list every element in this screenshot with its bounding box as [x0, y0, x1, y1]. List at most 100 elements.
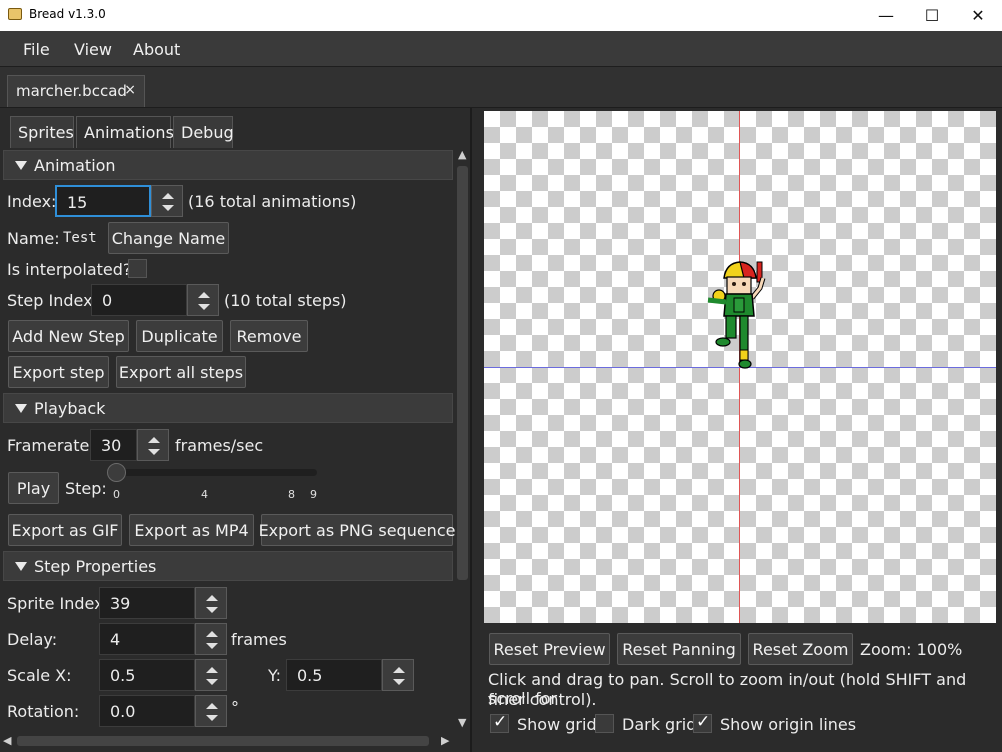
spin-down-icon[interactable]: [206, 607, 218, 613]
spin-down-icon[interactable]: [393, 679, 405, 685]
scale-y-input[interactable]: 0.5: [286, 659, 382, 691]
menu-bar: File View About: [0, 31, 1002, 67]
sprite-index-stepper[interactable]: [195, 587, 227, 619]
scrollbar-thumb[interactable]: [17, 736, 429, 746]
spin-up-icon[interactable]: [206, 703, 218, 709]
framerate-label: Framerate:: [7, 436, 95, 455]
scrollbar-thumb[interactable]: [457, 166, 468, 580]
step-properties-section-header[interactable]: Step Properties: [3, 551, 453, 581]
export-png-sequence-button[interactable]: Export as PNG sequence: [259, 514, 455, 546]
minimize-button[interactable]: —: [863, 0, 909, 31]
menu-view[interactable]: View: [74, 40, 112, 59]
spin-up-icon[interactable]: [206, 631, 218, 637]
duplicate-button[interactable]: Duplicate: [136, 320, 223, 352]
reset-preview-button[interactable]: Reset Preview: [489, 633, 610, 665]
eye-shape: [732, 282, 736, 286]
scale-y-label: Y:: [268, 666, 282, 685]
rotation-unit: °: [231, 698, 239, 717]
animation-name-value: Test: [63, 230, 97, 246]
file-tab[interactable]: marcher.bccad ×: [7, 75, 145, 107]
step-slider-handle[interactable]: [107, 463, 126, 482]
spin-down-icon[interactable]: [148, 449, 160, 455]
spin-down-icon[interactable]: [206, 715, 218, 721]
interpolated-label: Is interpolated?:: [7, 260, 137, 279]
spin-up-icon[interactable]: [198, 292, 210, 298]
scale-x-input[interactable]: 0.5: [99, 659, 195, 691]
name-label: Name:: [7, 229, 60, 248]
spin-down-icon[interactable]: [162, 205, 174, 211]
show-grid-checkbox[interactable]: [490, 712, 509, 733]
left-arm-shape: [707, 297, 727, 305]
export-gif-button[interactable]: Export as GIF: [8, 514, 122, 546]
export-step-button[interactable]: Export step: [8, 356, 109, 388]
tab-sprites[interactable]: Sprites: [10, 116, 74, 148]
reset-zoom-button[interactable]: Reset Zoom: [748, 633, 853, 665]
change-name-button[interactable]: Change Name: [108, 222, 229, 254]
dark-grid-checkbox[interactable]: [595, 714, 614, 733]
steps-total-text: (10 total steps): [224, 291, 347, 310]
step-label: Step:: [65, 479, 107, 498]
reset-panning-button[interactable]: Reset Panning: [617, 633, 741, 665]
spin-down-icon[interactable]: [198, 304, 210, 310]
scroll-left-icon[interactable]: ◀: [3, 734, 11, 747]
scale-x-stepper[interactable]: [195, 659, 227, 691]
collapse-triangle-icon: [15, 161, 27, 170]
step-slider-track[interactable]: [107, 469, 317, 476]
step-index-input[interactable]: 0: [91, 284, 187, 316]
framerate-stepper[interactable]: [137, 429, 169, 461]
scroll-down-icon[interactable]: ▼: [458, 716, 466, 729]
framerate-input[interactable]: 30: [90, 429, 137, 461]
slider-tick-label: 9: [310, 488, 317, 501]
pan-hint-line2: finer control).: [488, 690, 597, 709]
index-total-text: (16 total animations): [188, 192, 357, 211]
spin-up-icon[interactable]: [206, 667, 218, 673]
scale-y-stepper[interactable]: [382, 659, 414, 691]
menu-about[interactable]: About: [133, 40, 180, 59]
spin-up-icon[interactable]: [393, 667, 405, 673]
spin-up-icon[interactable]: [206, 595, 218, 601]
maximize-button[interactable]: ☐: [909, 0, 955, 31]
rotation-input[interactable]: 0.0: [99, 695, 195, 727]
playback-header-label: Playback: [34, 399, 106, 418]
delay-stepper[interactable]: [195, 623, 227, 655]
step-properties-header-label: Step Properties: [34, 557, 157, 576]
close-tab-icon[interactable]: ×: [124, 82, 136, 98]
show-origin-lines-checkbox[interactable]: [693, 712, 712, 733]
playback-section-header[interactable]: Playback: [3, 393, 453, 423]
tab-debug[interactable]: Debug: [173, 116, 234, 148]
app-icon: [8, 8, 22, 20]
left-boot-shape: [715, 337, 731, 347]
dark-grid-label: Dark grid: [622, 715, 697, 734]
spin-up-icon[interactable]: [148, 437, 160, 443]
index-input[interactable]: 15: [55, 185, 151, 217]
horizontal-scrollbar[interactable]: ◀ ▶: [3, 734, 455, 748]
vertical-scrollbar[interactable]: ▲ ▼: [455, 148, 470, 734]
play-button[interactable]: Play: [8, 472, 59, 504]
show-origin-lines-label: Show origin lines: [720, 715, 857, 734]
sprite-index-input[interactable]: 39: [99, 587, 195, 619]
scroll-up-icon[interactable]: ▲: [458, 148, 466, 161]
collapse-triangle-icon: [15, 562, 27, 571]
spin-down-icon[interactable]: [206, 643, 218, 649]
show-grid-label: Show grid: [517, 715, 597, 734]
file-tab-label: marcher.bccad: [16, 82, 127, 100]
close-window-button[interactable]: ✕: [955, 0, 1001, 31]
zoom-level-text: Zoom: 100%: [860, 640, 963, 659]
rotation-stepper[interactable]: [195, 695, 227, 727]
interpolated-checkbox[interactable]: [128, 259, 147, 278]
delay-input[interactable]: 4: [99, 623, 195, 655]
animation-section-header[interactable]: Animation: [3, 150, 453, 180]
spin-down-icon[interactable]: [206, 679, 218, 685]
torso-detail: [733, 297, 745, 313]
scroll-right-icon[interactable]: ▶: [441, 734, 449, 747]
export-all-steps-button[interactable]: Export all steps: [116, 356, 246, 388]
step-index-stepper[interactable]: [187, 284, 219, 316]
tab-animations[interactable]: Animations: [76, 116, 174, 148]
scale-x-label: Scale X:: [7, 666, 72, 685]
add-new-step-button[interactable]: Add New Step: [8, 320, 129, 352]
menu-file[interactable]: File: [23, 40, 50, 59]
export-mp4-button[interactable]: Export as MP4: [129, 514, 254, 546]
index-stepper[interactable]: [151, 185, 183, 217]
remove-button[interactable]: Remove: [230, 320, 308, 352]
spin-up-icon[interactable]: [162, 193, 174, 199]
